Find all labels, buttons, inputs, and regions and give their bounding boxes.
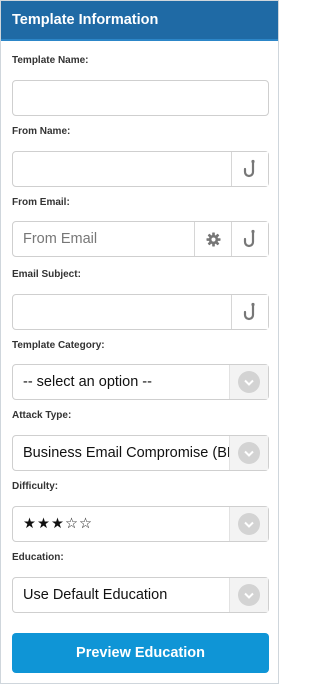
chevron-down-icon <box>238 513 260 535</box>
from-name-input[interactable] <box>12 151 269 187</box>
chevron-down-icon <box>238 442 260 464</box>
hook-icon <box>243 159 255 178</box>
chevron-down-icon <box>238 584 260 606</box>
from-name-label: From Name: <box>12 126 71 137</box>
from-name-hook-button[interactable] <box>231 152 268 186</box>
email-subject-input[interactable] <box>12 294 269 330</box>
template-category-dropdown-toggle[interactable] <box>229 365 268 399</box>
difficulty-rating-stars: ★★★☆☆ <box>23 516 93 532</box>
difficulty-dropdown-toggle[interactable] <box>229 507 268 541</box>
hook-icon <box>243 229 255 248</box>
preview-education-button[interactable]: Preview Education <box>12 633 269 673</box>
template-category-label: Template Category: <box>12 340 105 351</box>
difficulty-select[interactable]: ★★★☆☆ <box>12 506 269 542</box>
from-email-input[interactable]: From Email <box>12 221 269 257</box>
education-select[interactable]: Use Default Education <box>12 577 269 613</box>
education-label: Education: <box>12 552 64 563</box>
difficulty-label: Difficulty: <box>12 481 59 492</box>
attack-type-label: Attack Type: <box>12 410 72 421</box>
panel-header: Template Information <box>1 1 278 41</box>
template-category-selected: -- select an option -- <box>23 374 152 390</box>
template-name-input[interactable] <box>12 80 269 116</box>
from-email-placeholder: From Email <box>23 231 98 247</box>
education-dropdown-toggle[interactable] <box>229 578 268 612</box>
template-name-value <box>13 81 268 115</box>
from-email-settings-button[interactable] <box>194 222 231 256</box>
template-name-label: Template Name: <box>12 55 89 66</box>
template-information-panel: Template Information Template Name: From… <box>0 0 279 684</box>
from-email-hook-button[interactable] <box>231 222 268 256</box>
template-category-select[interactable]: -- select an option -- <box>12 364 269 400</box>
from-name-value <box>13 152 231 186</box>
attack-type-select[interactable]: Business Email Compromise (BEC) <box>12 435 269 471</box>
attack-type-selected: Business Email Compromise (BEC) <box>23 445 229 461</box>
gear-icon <box>205 231 221 247</box>
panel-title: Template Information <box>12 12 159 28</box>
email-subject-hook-button[interactable] <box>231 295 268 329</box>
attack-type-dropdown-toggle[interactable] <box>229 436 268 470</box>
email-subject-value <box>13 295 231 329</box>
email-subject-label: Email Subject: <box>12 269 81 280</box>
hook-icon <box>243 302 255 321</box>
chevron-down-icon <box>238 371 260 393</box>
education-selected: Use Default Education <box>23 587 168 603</box>
from-email-label: From Email: <box>12 197 70 208</box>
